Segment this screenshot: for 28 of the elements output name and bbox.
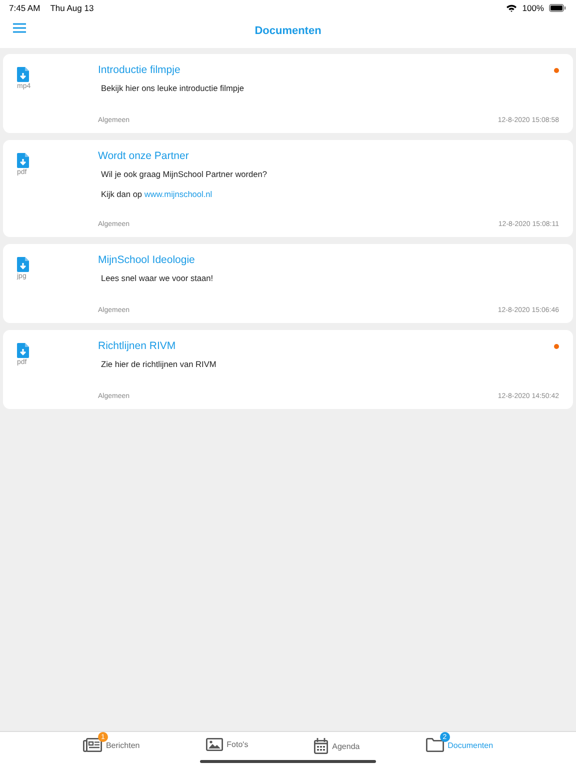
- website-link[interactable]: www.mijnschool.nl: [144, 189, 212, 199]
- body-text: Kijk dan op www.mijnschool.nl: [101, 189, 214, 199]
- body-text: Wil je ook graag MijnSchool Partner worden?: [101, 169, 268, 179]
- newspaper-icon: [82, 738, 102, 752]
- body-text: Lees snel waar we voor staan!: [101, 273, 214, 283]
- tab-bar-item[interactable]: Foto's: [206, 732, 248, 752]
- battery-icon: [549, 4, 566, 12]
- document-title[interactable]: Wordt onze Partner: [98, 150, 189, 162]
- file-download-icon: [17, 257, 29, 272]
- calendar-icon: [314, 738, 328, 754]
- image-icon: [206, 738, 223, 751]
- body-text: Zie hier de richtlijnen van RIVM: [101, 359, 218, 369]
- file-download-icon: [17, 153, 29, 168]
- tab-bar-item[interactable]: Agenda: [314, 732, 360, 755]
- document-title[interactable]: MijnSchool Ideologie: [98, 254, 195, 266]
- page-title: Documenten: [254, 25, 322, 37]
- file-download-icon: [17, 67, 29, 82]
- file-download-icon: [17, 343, 29, 358]
- body-text: Bekijk hier ons leuke introductie filmpje: [101, 83, 245, 93]
- wifi-icon: [506, 4, 518, 12]
- document-title[interactable]: Richtlijnen RIVM: [98, 340, 176, 352]
- status-date: Thu Aug 13: [50, 2, 94, 12]
- status-time: 7:45 AM: [9, 2, 40, 12]
- document-title[interactable]: Introductie filmpje: [98, 64, 180, 76]
- folder-icon: [426, 738, 444, 752]
- menu-icon: [13, 23, 26, 33]
- battery-percent: 100%: [522, 2, 544, 12]
- menu-button[interactable]: [11, 21, 28, 35]
